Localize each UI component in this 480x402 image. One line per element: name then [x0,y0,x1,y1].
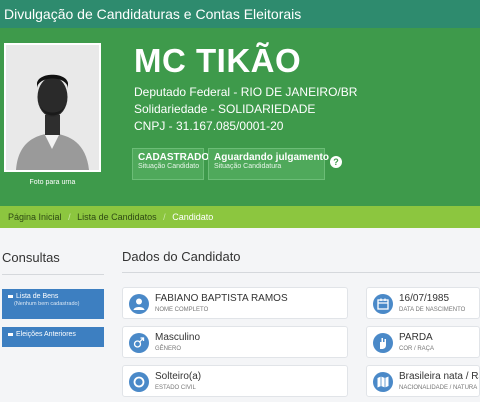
help-icon[interactable]: ? [330,156,342,168]
sidebar-title: Consultas [2,250,60,265]
breadcrumb-separator: / [163,212,166,222]
marital-status-label: ESTADO CIVIL [155,385,196,391]
full-name-label: NOME COMPLETO [155,307,209,313]
gender-value: Masculino [155,332,201,343]
section-title: Dados do Candidato [122,249,241,264]
section-divider [122,272,480,273]
gender-label: GÊNERO [155,346,182,352]
field-gender: Masculino GÊNERO [122,326,348,358]
assets-list-sub: (Nenhum bem cadastrado) [14,301,80,307]
marital-status-value: Solteiro(a) [155,371,202,382]
gender-icon [129,333,149,353]
candidate-hero: Foto para urna MC TIKÃO Deputado Federal… [0,28,480,206]
list-icon [8,294,13,298]
hand-icon [373,333,393,353]
breadcrumb: Página Inicial / Lista de Candidatos / C… [0,206,480,228]
status-candidate-value: CADASTRADO [138,152,210,163]
field-birth-date: 16/07/1985 DATA DE NASCIMENTO [366,287,480,319]
status-candidacy-value: Aguardando julgamento [214,152,329,163]
user-icon [129,294,149,314]
field-nationality: Brasileira nata / RJ- NACIONALIDADE / NA… [366,365,480,397]
birth-date-label: DATA DE NASCIMENTO [399,307,466,313]
status-candidate-label: Situação Candidato [138,163,200,170]
birth-date-value: 16/07/1985 [399,293,450,304]
race-value: PARDA [399,332,433,343]
field-race: PARDA COR / RAÇA [366,326,480,358]
breadcrumb-current: Candidato [172,212,214,222]
candidate-name: MC TIKÃO [134,42,302,79]
breadcrumb-candidate-list[interactable]: Lista de Candidatos [77,212,157,222]
sidebar-divider [2,274,104,275]
status-candidate: CADASTRADO Situação Candidato [132,148,210,180]
nationality-label: NACIONALIDADE / NATURA [399,385,478,391]
field-marital-status: Solteiro(a) ESTADO CIVIL [122,365,348,397]
list-icon [8,332,13,336]
assets-list-label: Lista de Bens [16,293,59,300]
candidate-photo [4,43,101,172]
status-candidacy: Aguardando julgamento Situação Candidatu… [208,148,329,180]
candidate-cnpj: CNPJ - 31.167.085/0001-20 [134,119,284,133]
race-label: COR / RAÇA [399,346,435,352]
nationality-value: Brasileira nata / RJ- [399,371,480,382]
field-full-name: FABIANO BAPTISTA RAMOS NOME COMPLETO [122,287,348,319]
assets-list-button[interactable]: Lista de Bens (Nenhum bem cadastrado) [2,289,104,319]
app-title: Divulgação de Candidaturas e Contas Elei… [4,6,302,22]
app-header: Divulgação de Candidaturas e Contas Elei… [0,0,480,28]
ring-icon [129,372,149,392]
candidate-office: Deputado Federal - RIO DE JANEIRO/BR [134,85,358,99]
calendar-icon [373,294,393,314]
breadcrumb-home[interactable]: Página Inicial [8,212,62,222]
photo-caption: Foto para urna [29,179,76,186]
map-icon [373,372,393,392]
previous-elections-label: Eleições Anteriores [16,331,76,338]
candidate-party: Solidariedade - SOLIDARIEDADE [134,102,316,116]
status-candidacy-label: Situação Candidatura [214,163,282,170]
previous-elections-button[interactable]: Eleições Anteriores [2,327,104,347]
full-name-value: FABIANO BAPTISTA RAMOS [155,293,288,304]
breadcrumb-separator: / [68,212,71,222]
